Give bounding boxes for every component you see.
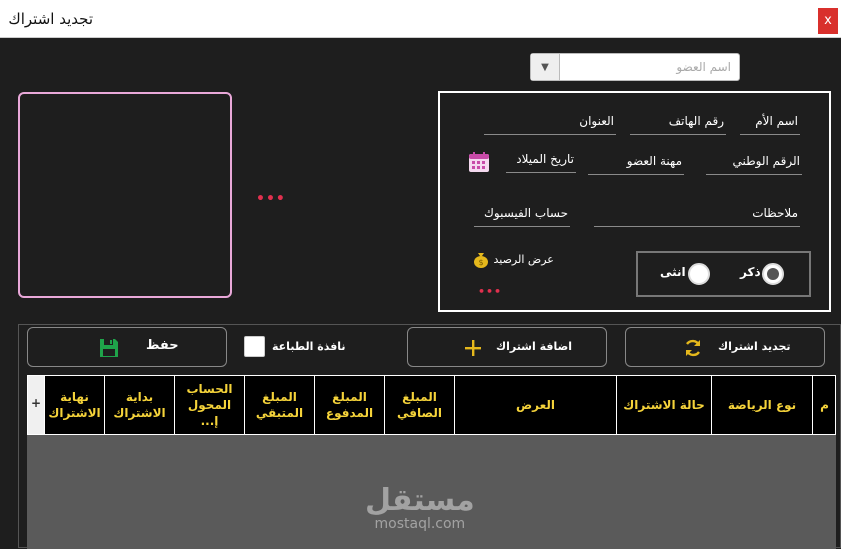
- add-label: اضافة اشتراك: [496, 340, 573, 353]
- member-photo[interactable]: [18, 92, 232, 298]
- column-header[interactable]: حالة الاشتراك: [616, 376, 711, 434]
- member-info-panel: اسم الأم رقم الهاتف العنوان الرقم الوطني…: [438, 91, 831, 312]
- column-header[interactable]: المبلغ المتبقي: [244, 376, 314, 434]
- photo-indicator-dots: •••: [256, 191, 286, 207]
- gender-male-radio[interactable]: [762, 263, 784, 285]
- facebook-label: حساب الفيسبوك: [484, 206, 568, 220]
- svg-text:$: $: [478, 258, 483, 267]
- watermark-latin: mostaql.com: [374, 516, 466, 532]
- balance-indicator-dots: •••: [478, 285, 503, 298]
- chevron-down-icon[interactable]: ▼: [531, 54, 560, 80]
- notes-field[interactable]: ملاحظات: [594, 203, 800, 227]
- save-label: حفظ: [146, 338, 179, 353]
- address-label: العنوان: [579, 114, 614, 128]
- print-window-label: نافذة الطباعة: [272, 340, 346, 353]
- save-button[interactable]: حفظ: [27, 327, 227, 367]
- notes-label: ملاحظات: [752, 206, 798, 220]
- job-field[interactable]: مهنة العضو: [588, 151, 684, 175]
- watermark: مستقل mostaql.com: [365, 483, 475, 533]
- facebook-field[interactable]: حساب الفيسبوك: [474, 203, 570, 227]
- phone-field[interactable]: رقم الهاتف: [630, 111, 726, 135]
- money-bag-icon: $: [474, 253, 488, 268]
- male-label: ذكر: [740, 265, 761, 279]
- column-header[interactable]: الحساب المحول إ...: [174, 376, 244, 434]
- grid-header: م نوع الرياضة حالة الاشتراك العرض المبلغ…: [27, 375, 836, 435]
- balance-label: عرض الرصيد: [493, 253, 554, 266]
- window-title: تجديد اشتراك: [8, 10, 93, 28]
- close-button[interactable]: x: [818, 8, 838, 34]
- phone-label: رقم الهاتف: [668, 114, 724, 128]
- renew-label: تجديد اشتراك: [718, 340, 791, 353]
- member-combobox[interactable]: ▼: [530, 53, 740, 81]
- plus-icon: [465, 340, 481, 356]
- renew-subscription-button[interactable]: تجديد اشتراك: [625, 327, 825, 367]
- birth-date-field[interactable]: تاريخ الميلاد: [506, 149, 576, 173]
- job-label: مهنة العضو: [626, 154, 682, 168]
- gender-female-radio[interactable]: [688, 263, 710, 285]
- national-id-label: الرقم الوطني: [732, 154, 800, 168]
- column-header[interactable]: نهاية الاشتراك: [44, 376, 104, 434]
- column-header[interactable]: العرض: [454, 376, 616, 434]
- national-id-field[interactable]: الرقم الوطني: [706, 151, 802, 175]
- calendar-icon[interactable]: [468, 151, 490, 173]
- birth-date-label: تاريخ الميلاد: [516, 152, 574, 166]
- show-balance-link[interactable]: $ عرض الرصيد: [472, 251, 554, 269]
- column-header[interactable]: المبلغ المدفوع: [314, 376, 384, 434]
- female-label: انثى: [660, 265, 686, 279]
- column-header[interactable]: م: [812, 376, 836, 434]
- address-field[interactable]: العنوان: [484, 111, 616, 135]
- floppy-disk-icon: [100, 339, 118, 357]
- title-bar: تجديد اشتراك x: [0, 0, 841, 38]
- column-header[interactable]: بداية الاشتراك: [104, 376, 174, 434]
- add-row-button[interactable]: +: [28, 376, 44, 434]
- mother-name-label: اسم الأم: [755, 114, 798, 128]
- watermark-arabic: مستقل: [365, 483, 475, 518]
- member-search-input[interactable]: [561, 54, 739, 80]
- column-header[interactable]: نوع الرياضة: [711, 376, 812, 434]
- refresh-icon: [685, 339, 701, 357]
- main-area: ▼ ••• اسم الأم رقم الهاتف العنوان الرقم …: [0, 38, 841, 549]
- print-window-checkbox[interactable]: [244, 336, 265, 357]
- gender-group: ذكر انثى: [636, 251, 811, 297]
- mother-name-field[interactable]: اسم الأم: [740, 111, 800, 135]
- add-subscription-button[interactable]: اضافة اشتراك: [407, 327, 607, 367]
- column-header[interactable]: المبلغ الصافي: [384, 376, 454, 434]
